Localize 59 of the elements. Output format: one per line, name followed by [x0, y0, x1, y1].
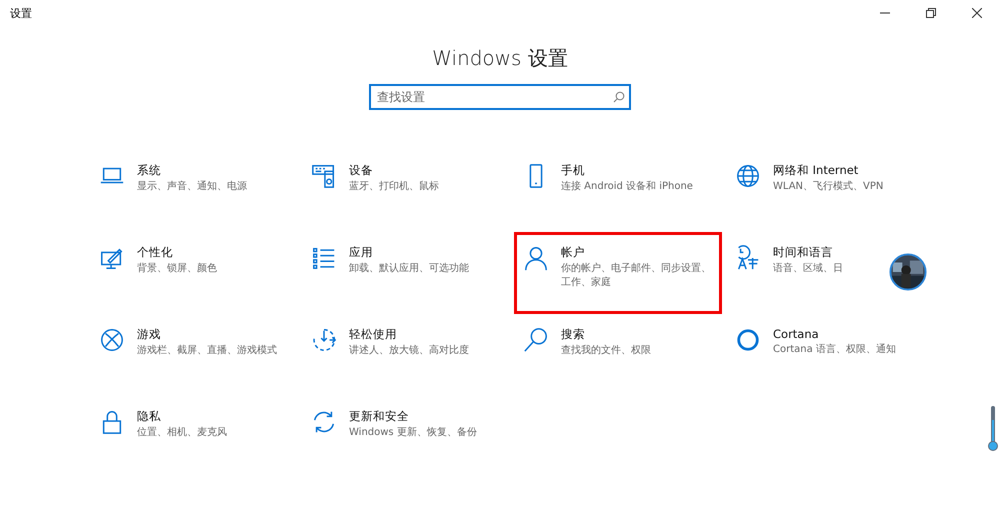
settings-tile[interactable]: 游戏 游戏栏、截屏、直播、游戏模式	[90, 314, 298, 396]
settings-tile[interactable]: Cortana Cortana 语言、权限、通知	[726, 314, 934, 396]
window-title: 设置	[10, 6, 32, 20]
language-icon	[735, 245, 761, 271]
tile-title: 帐户	[561, 245, 586, 260]
tile-description: Cortana 语言、权限、通知	[773, 343, 896, 357]
search-icon	[523, 327, 549, 353]
settings-tile[interactable]: 设备 蓝牙、打印机、鼠标	[302, 150, 510, 232]
settings-tile[interactable]: 个性化 背景、锁屏、颜色	[90, 232, 298, 314]
settings-tile[interactable]: 网络和 Internet WLAN、飞行模式、VPN	[726, 150, 934, 232]
tile-title: 个性化	[137, 245, 174, 260]
tile-description: 游戏栏、截屏、直播、游戏模式	[137, 344, 277, 358]
tile-description: 连接 Android 设备和 iPhone	[561, 180, 693, 194]
tile-description: 蓝牙、打印机、鼠标	[349, 180, 439, 194]
search-field[interactable]: 查找设置	[369, 84, 631, 110]
restore-icon[interactable]	[926, 8, 936, 18]
tile-description: 显示、声音、通知、电源	[137, 180, 247, 194]
settings-tile[interactable]: 系统 显示、声音、通知、电源	[90, 150, 298, 232]
tile-title: 更新和安全	[349, 409, 410, 424]
settings-tile[interactable]: 轻松使用 讲述人、放大镜、高对比度	[302, 314, 510, 396]
tile-title: 搜索	[561, 327, 586, 342]
tile-title: 应用	[349, 245, 374, 260]
settings-tile[interactable]: 隐私 位置、相机、麦克风	[90, 396, 298, 478]
ring-icon	[735, 327, 761, 353]
tile-description: 位置、相机、麦克风	[137, 426, 227, 440]
tile-title: 时间和语言	[773, 245, 834, 260]
tile-description: 你的帐户、电子邮件、同步设置、工作、家庭	[561, 262, 712, 290]
tile-description: Windows 更新、恢复、备份	[349, 426, 477, 440]
settings-tile[interactable]: 手机 连接 Android 设备和 iPhone	[514, 150, 722, 232]
tile-description: 背景、锁屏、颜色	[137, 262, 217, 276]
tile-description: 讲述人、放大镜、高对比度	[349, 344, 469, 358]
search-icon	[613, 91, 625, 103]
close-icon[interactable]	[972, 8, 982, 18]
tile-description: WLAN、飞行模式、VPN	[773, 180, 884, 194]
settings-tile[interactable]: 帐户 你的帐户、电子邮件、同步设置、工作、家庭	[514, 232, 722, 314]
thermometer-icon	[988, 406, 998, 452]
settings-tile[interactable]: 应用 卸载、默认应用、可选功能	[302, 232, 510, 314]
settings-tile[interactable]: 更新和安全 Windows 更新、恢复、备份	[302, 396, 510, 478]
sync-icon	[311, 409, 337, 435]
keyboard-speaker-icon	[311, 163, 337, 189]
tile-description: 查找我的文件、权限	[561, 344, 651, 358]
tile-title: Cortana	[773, 327, 820, 341]
tile-title: 系统	[137, 163, 162, 178]
xbox-icon	[99, 327, 125, 353]
settings-tile[interactable]: 搜索 查找我的文件、权限	[514, 314, 722, 396]
page-heading: Windows 设置	[431, 45, 569, 72]
list-icon	[311, 245, 337, 271]
tile-title: 隐私	[137, 409, 162, 424]
tile-title: 手机	[561, 163, 586, 178]
settings-tile[interactable]: 时间和语言 语音、区域、日	[726, 232, 934, 314]
dashed-circle-icon	[311, 327, 337, 353]
tile-description: 语音、区域、日	[773, 262, 843, 276]
globe-icon	[735, 163, 761, 189]
tile-title: 网络和 Internet	[773, 163, 860, 178]
tile-title: 轻松使用	[349, 327, 398, 342]
person-icon	[523, 245, 549, 271]
tile-title: 游戏	[137, 327, 162, 342]
tile-description: 卸载、默认应用、可选功能	[349, 262, 469, 276]
tile-title: 设备	[349, 163, 374, 178]
